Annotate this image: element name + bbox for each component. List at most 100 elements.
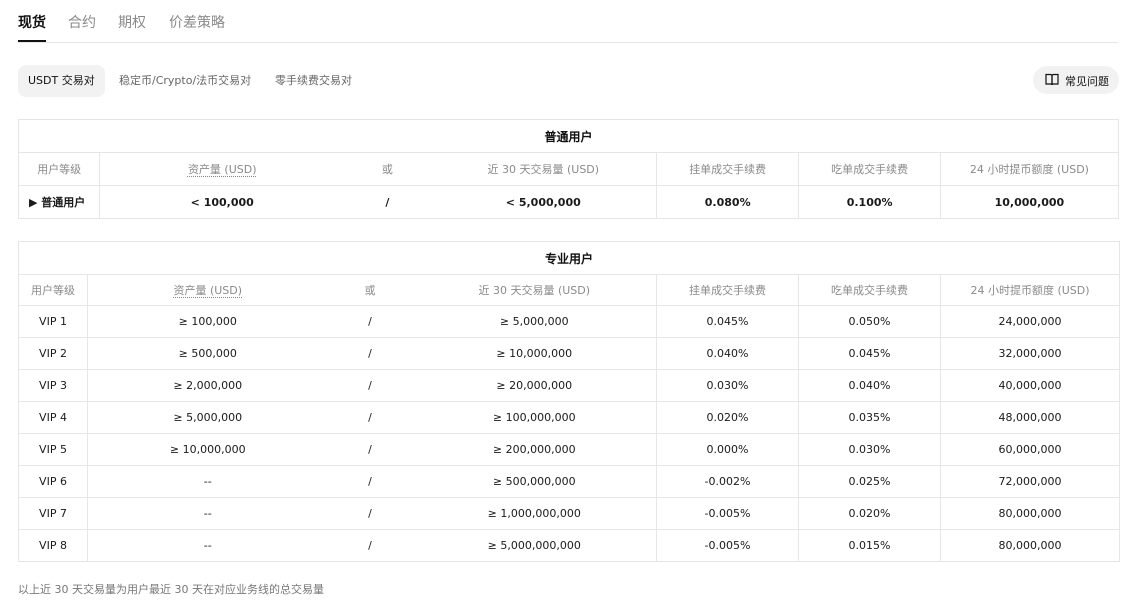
subtab-stablecoin-crypto-fiat-pairs[interactable]: 稳定币/Crypto/法币交易对 (109, 65, 261, 97)
assets-cell: ≥ 5,000,000 (87, 401, 328, 434)
assets-cell: ≥ 10,000,000 (87, 433, 328, 466)
assets-cell: -- (87, 465, 328, 498)
table-row: VIP 8 -- / ≥ 5,000,000,000 -0.005% 0.015% 80,0… (18, 529, 1121, 562)
taker-fee-cell: 0.040% (798, 369, 941, 402)
maker-fee-cell: -0.005% (656, 529, 799, 562)
assets-cell: -- (87, 497, 328, 530)
header-user-level: 用户等级 (17, 152, 101, 186)
regular-header-row: 用户等级 资产量 (USD) 或 近 30 天交易量 (USD) 挂单成交手续费… (17, 152, 1120, 186)
or-cell: / (327, 369, 413, 402)
header-withdrawal-limit: 24 小时提币额度 (USD) (939, 274, 1121, 306)
table-row: VIP 7 -- / ≥ 1,000,000,000 -0.005% 0.020% 80,0… (18, 497, 1121, 530)
vip-level-cell: VIP 2 (18, 337, 88, 370)
vip-level-cell: VIP 6 (18, 465, 88, 498)
table-row: VIP 3 ≥ 2,000,000/≥ 20,000,000 0.030% 0.040… (18, 369, 1121, 402)
tab-options[interactable]: 期权 (118, 12, 146, 32)
or-cell: / (327, 529, 413, 562)
withdrawal-limit-cell: 24,000,000 (939, 305, 1121, 338)
maker-fee-cell: 0.000% (656, 433, 799, 466)
header-assets: 资产量 (USD) (99, 152, 345, 186)
taker-fee-cell: 0.030% (798, 433, 941, 466)
or-cell: / (327, 401, 413, 434)
header-maker-fee: 挂单成交手续费 (656, 274, 799, 306)
assets-cell: ≥ 500,000 (87, 337, 328, 370)
taker-fee-cell: 0.020% (798, 497, 941, 530)
table-row: VIP 2 ≥ 500,000/≥ 10,000,000 0.040% 0.045% 3… (18, 337, 1121, 370)
taker-fee-cell: 0.050% (798, 305, 941, 338)
or-cell: / (327, 465, 413, 498)
withdrawal-limit-cell: 72,000,000 (939, 465, 1121, 498)
pro-table-title: 专业用户 (17, 241, 1121, 275)
maker-fee-cell: 0.045% (656, 305, 799, 338)
volume-cell: ≥ 100,000,000 (412, 401, 657, 434)
header-user-level: 用户等级 (18, 274, 88, 306)
withdrawal-limit-cell: 40,000,000 (939, 369, 1121, 402)
taker-fee-cell: 0.025% (798, 465, 941, 498)
or-cell: / (344, 185, 431, 219)
tab-spot[interactable]: 现货 (18, 12, 46, 32)
vip-level-cell: VIP 4 (18, 401, 88, 434)
book-icon (1045, 73, 1059, 86)
assets-cell: ≥ 100,000 (87, 305, 328, 338)
header-assets-label[interactable]: 资产量 (USD) (173, 284, 242, 297)
pro-header-row: 用户等级 资产量 (USD) 或 近 30 天交易量 (USD) 挂单成交手续费… (18, 274, 1121, 306)
withdrawal-limit-cell: 60,000,000 (939, 433, 1121, 466)
withdrawal-limit-cell: 48,000,000 (939, 401, 1121, 434)
regular-table-title: 普通用户 (18, 119, 1119, 153)
header-taker-fee: 吃单成交手续费 (798, 274, 941, 306)
header-30d-volume: 近 30 天交易量 (USD) (412, 274, 657, 306)
volume-cell: ≥ 20,000,000 (412, 369, 657, 402)
header-maker-fee: 挂单成交手续费 (655, 152, 800, 186)
pro-user-fee-table: 专业用户 用户等级 资产量 (USD) 或 近 30 天交易量 (USD) 挂单… (17, 241, 1121, 562)
taker-fee-cell: 0.015% (798, 529, 941, 562)
withdrawal-limit-cell: 80,000,000 (939, 497, 1121, 530)
footnote: 以上近 30 天交易量为用户最近 30 天在对应业务线的总交易量 (18, 583, 324, 596)
volume-cell: ≥ 5,000,000,000 (412, 529, 657, 562)
volume-cell: ≥ 1,000,000,000 (412, 497, 657, 530)
assets-cell: ≥ 2,000,000 (87, 369, 328, 402)
vip-level-cell: VIP 7 (18, 497, 88, 530)
withdrawal-limit-cell: 80,000,000 (939, 529, 1121, 562)
assets-cell: < 100,000 (99, 185, 345, 219)
header-withdrawal-limit: 24 小时提币额度 (USD) (939, 152, 1120, 186)
product-tabs: 现货 合约 期权 价差策略 (18, 0, 1118, 43)
table-row[interactable]: ▶ 普通用户 < 100,000 / < 5,000,000 0.080% 0.… (17, 185, 1120, 219)
regular-user-fee-table: 普通用户 用户等级 资产量 (USD) 或 近 30 天交易量 (USD) 挂单… (17, 119, 1120, 219)
header-or: 或 (327, 274, 413, 306)
faq-button[interactable]: 常见问题 (1033, 66, 1119, 94)
header-assets-label[interactable]: 资产量 (USD) (188, 163, 257, 176)
table-row: VIP 6 -- / ≥ 500,000,000 -0.002% 0.025% 72,000… (18, 465, 1121, 498)
table-row: VIP 1 ≥ 100,000/≥ 5,000,000 0.045% 0.050% 24… (18, 305, 1121, 338)
or-cell: / (327, 305, 413, 338)
maker-fee-cell: -0.005% (656, 497, 799, 530)
maker-fee-cell: 0.020% (656, 401, 799, 434)
taker-fee-cell: 0.035% (798, 401, 941, 434)
or-cell: / (327, 497, 413, 530)
tab-futures[interactable]: 合约 (68, 12, 96, 32)
user-level-cell[interactable]: ▶ 普通用户 (17, 185, 101, 219)
maker-fee-cell: -0.002% (656, 465, 799, 498)
or-cell: / (327, 337, 413, 370)
taker-fee-cell: 0.045% (798, 337, 941, 370)
vip-level-cell: VIP 8 (18, 529, 88, 562)
subtab-usdt-pairs[interactable]: USDT 交易对 (18, 65, 105, 97)
maker-fee-cell: 0.030% (656, 369, 799, 402)
volume-cell: ≥ 500,000,000 (412, 465, 657, 498)
table-row: VIP 4 ≥ 5,000,000/≥ 100,000,000 0.020% 0.03… (18, 401, 1121, 434)
header-assets: 资产量 (USD) (87, 274, 328, 306)
volume-cell: ≥ 200,000,000 (412, 433, 657, 466)
header-taker-fee: 吃单成交手续费 (798, 152, 941, 186)
volume-cell: < 5,000,000 (430, 185, 657, 219)
or-cell: / (327, 433, 413, 466)
header-30d-volume: 近 30 天交易量 (USD) (430, 152, 657, 186)
assets-cell: -- (87, 529, 328, 562)
tab-spread-strategy[interactable]: 价差策略 (169, 12, 225, 32)
taker-fee-cell: 0.100% (798, 185, 941, 219)
vip-level-cell: VIP 5 (18, 433, 88, 466)
vip-level-cell: VIP 1 (18, 305, 88, 338)
header-or: 或 (344, 152, 431, 186)
volume-cell: ≥ 5,000,000 (412, 305, 657, 338)
active-tab-indicator (18, 40, 46, 42)
maker-fee-cell: 0.040% (656, 337, 799, 370)
subtab-zero-fee-pairs[interactable]: 零手续费交易对 (265, 65, 362, 97)
